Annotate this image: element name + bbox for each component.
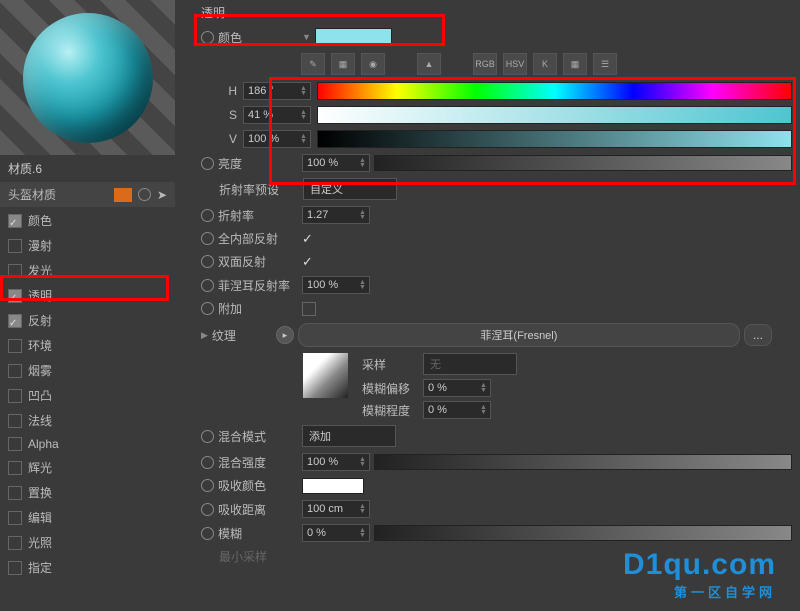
channel-checkbox[interactable] bbox=[8, 511, 22, 525]
val-slider[interactable] bbox=[317, 130, 792, 148]
tir-checkbox[interactable]: ✓ bbox=[302, 231, 313, 247]
channel-5[interactable]: 环境 bbox=[0, 333, 175, 358]
blend-str-input[interactable]: 100 %▲▼ bbox=[302, 453, 370, 471]
channel-list: ✓颜色漫射发光✓透明✓反射环境烟雾凹凸法线Alpha辉光置换编辑光照指定 bbox=[0, 208, 175, 580]
add-checkbox[interactable] bbox=[302, 302, 316, 316]
channel-4[interactable]: ✓反射 bbox=[0, 308, 175, 333]
blur-slider[interactable] bbox=[374, 525, 792, 541]
tex-more-icon[interactable]: ... bbox=[744, 324, 772, 346]
dropdown-icon[interactable]: ▼ bbox=[302, 32, 311, 42]
blend-mode-dropdown[interactable]: 添加 bbox=[302, 425, 396, 447]
sample-dropdown[interactable]: 无 bbox=[423, 353, 517, 375]
refract-input[interactable]: 1.27▲▼ bbox=[302, 206, 370, 224]
grid-icon[interactable]: ▦ bbox=[563, 53, 587, 75]
rgb-button[interactable]: RGB bbox=[473, 53, 497, 75]
color-row: 颜色▼ bbox=[193, 25, 800, 49]
channel-checkbox[interactable] bbox=[8, 389, 22, 403]
channel-checkbox[interactable]: ✓ bbox=[8, 289, 22, 303]
channel-0[interactable]: ✓颜色 bbox=[0, 208, 175, 233]
k-button[interactable]: K bbox=[533, 53, 557, 75]
channel-1[interactable]: 漫射 bbox=[0, 233, 175, 258]
material-name[interactable]: 材质.6 bbox=[0, 155, 175, 182]
absorb-color-well[interactable] bbox=[302, 478, 364, 494]
channel-2[interactable]: 发光 bbox=[0, 258, 175, 283]
brightness-input[interactable]: 100 %▲▼ bbox=[302, 154, 370, 172]
color-toolbar: ✎ ▦ ◉ ▲ RGB HSV K ▦ ☰ bbox=[293, 49, 800, 79]
channel-checkbox[interactable] bbox=[8, 239, 22, 253]
cursor-icon[interactable]: ➤ bbox=[157, 188, 167, 202]
channel-11[interactable]: 置换 bbox=[0, 480, 175, 505]
blur-input[interactable]: 0 %▲▼ bbox=[302, 524, 370, 542]
texture-button[interactable]: 菲涅耳(Fresnel) bbox=[298, 323, 740, 347]
channel-checkbox[interactable]: ✓ bbox=[8, 214, 22, 228]
wheel-icon[interactable]: ◉ bbox=[361, 53, 385, 75]
val-input[interactable]: 100 %▲▼ bbox=[243, 130, 311, 148]
material-layer[interactable]: 头盔材质 ➤ bbox=[0, 182, 175, 208]
sat-slider[interactable] bbox=[317, 106, 792, 124]
channel-checkbox[interactable] bbox=[8, 486, 22, 500]
material-preview[interactable] bbox=[0, 0, 175, 155]
panel-title: 透明 bbox=[193, 0, 800, 25]
swatches-icon[interactable]: ▦ bbox=[331, 53, 355, 75]
texture-preview[interactable] bbox=[303, 353, 348, 398]
channel-8[interactable]: 法线 bbox=[0, 408, 175, 433]
channel-checkbox[interactable] bbox=[8, 339, 22, 353]
blur-offset-input[interactable]: 0 %▲▼ bbox=[423, 379, 491, 397]
channel-checkbox[interactable] bbox=[8, 461, 22, 475]
picture-icon[interactable]: ▲ bbox=[417, 53, 441, 75]
channel-checkbox[interactable] bbox=[8, 437, 22, 451]
channel-checkbox[interactable]: ✓ bbox=[8, 314, 22, 328]
hsv-button[interactable]: HSV bbox=[503, 53, 527, 75]
blur-scale-input[interactable]: 0 %▲▼ bbox=[423, 401, 491, 419]
channel-checkbox[interactable] bbox=[8, 364, 22, 378]
channel-9[interactable]: Alpha bbox=[0, 433, 175, 455]
channel-12[interactable]: 编辑 bbox=[0, 505, 175, 530]
channel-13[interactable]: 光照 bbox=[0, 530, 175, 555]
color-well[interactable] bbox=[315, 28, 392, 46]
channel-checkbox[interactable] bbox=[8, 561, 22, 575]
sat-input[interactable]: 41 %▲▼ bbox=[243, 106, 311, 124]
blend-slider[interactable] bbox=[374, 454, 792, 470]
channel-checkbox[interactable] bbox=[8, 414, 22, 428]
dbl-checkbox[interactable]: ✓ bbox=[302, 254, 313, 270]
refract-preset-dropdown[interactable]: 自定义 bbox=[303, 178, 397, 200]
dropper-icon[interactable]: ✎ bbox=[301, 53, 325, 75]
more-icon[interactable]: ☰ bbox=[593, 53, 617, 75]
channel-checkbox[interactable] bbox=[8, 536, 22, 550]
absorb-dist-input[interactable]: 100 cm▲▼ bbox=[302, 500, 370, 518]
brightness-slider[interactable] bbox=[374, 155, 792, 171]
layer-swatch[interactable] bbox=[114, 188, 132, 202]
channel-checkbox[interactable] bbox=[8, 264, 22, 278]
channel-6[interactable]: 烟雾 bbox=[0, 358, 175, 383]
channel-7[interactable]: 凹凸 bbox=[0, 383, 175, 408]
hue-slider[interactable] bbox=[317, 82, 792, 100]
channel-14[interactable]: 指定 bbox=[0, 555, 175, 580]
channel-3[interactable]: ✓透明 bbox=[0, 283, 175, 308]
channel-10[interactable]: 辉光 bbox=[0, 455, 175, 480]
hue-input[interactable]: 186 °▲▼ bbox=[243, 82, 311, 100]
fresnel-input[interactable]: 100 %▲▼ bbox=[302, 276, 370, 294]
tex-browse-icon[interactable]: ▸ bbox=[276, 326, 294, 344]
